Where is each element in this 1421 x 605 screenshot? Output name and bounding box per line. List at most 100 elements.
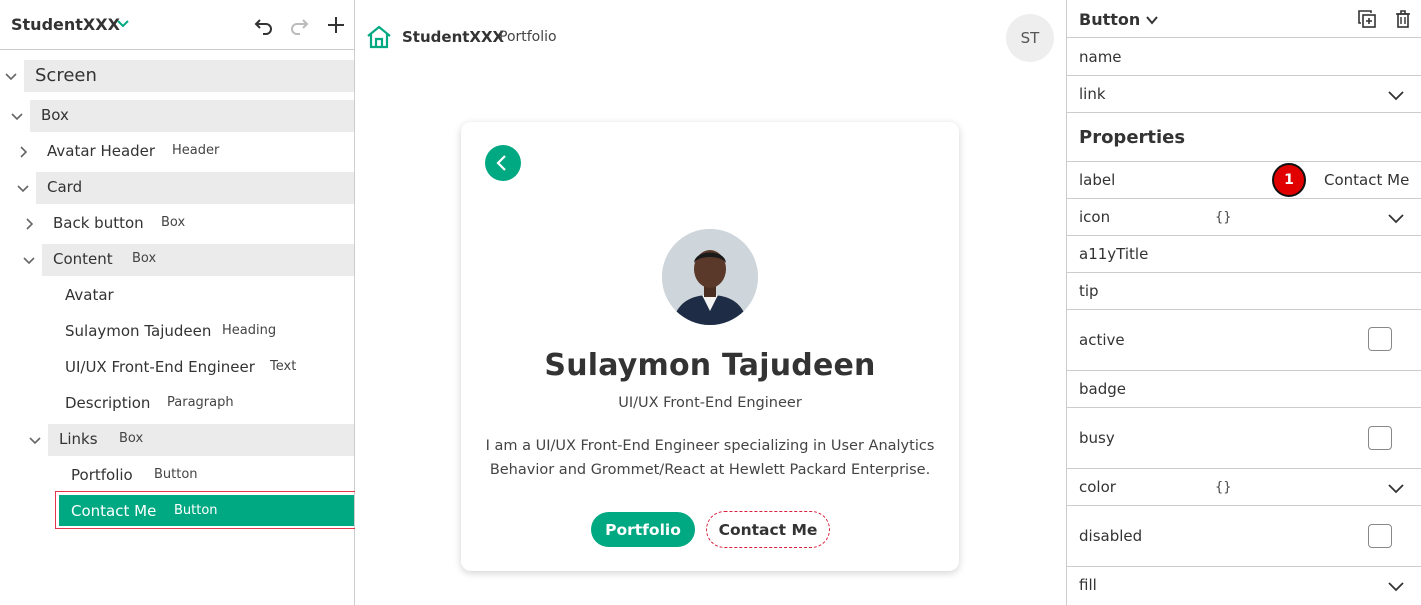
tree-label: Portfolio [71, 466, 133, 484]
tree-type: Paragraph [167, 395, 234, 410]
tree-item-back-button[interactable]: Back button Box [0, 208, 354, 240]
prop-label: tip [1079, 282, 1099, 300]
tree-label: Box [41, 106, 69, 124]
active-checkbox[interactable] [1368, 327, 1392, 351]
prop-row-tip[interactable]: tip [1067, 273, 1421, 310]
chevron-down-icon[interactable] [1387, 577, 1405, 595]
label-value-input[interactable]: Contact Me [1324, 171, 1409, 189]
chevron-down-icon[interactable] [29, 434, 41, 446]
properties-section: Properties [1067, 113, 1421, 162]
home-icon[interactable] [366, 24, 392, 50]
panel-header-divider [1067, 0, 1421, 38]
prop-row-icon[interactable]: icon {} [1067, 199, 1421, 236]
prop-row-active: active [1067, 310, 1421, 371]
prop-label: color [1079, 478, 1116, 496]
tree-item-avatar[interactable]: Avatar [0, 280, 354, 312]
prop-row-busy: busy [1067, 408, 1421, 469]
profile-card: Sulaymon Tajudeen UI/UX Front-End Engine… [461, 122, 959, 571]
portfolio-button[interactable]: Portfolio [591, 512, 695, 547]
tree-label: Screen [35, 65, 97, 86]
tree-item-card[interactable]: Card [0, 172, 354, 204]
back-button[interactable] [485, 145, 521, 181]
prop-label: busy [1079, 429, 1115, 447]
properties-panel: Button name link Properties label Contac… [1066, 0, 1421, 605]
chevron-down-icon[interactable] [5, 70, 17, 82]
tree-label: UI/UX Front-End Engineer [65, 358, 255, 376]
prop-row-a11ytitle[interactable]: a11yTitle [1067, 236, 1421, 273]
busy-checkbox[interactable] [1368, 426, 1392, 450]
step-badge: 1 [1272, 163, 1306, 197]
tree-label: Card [47, 178, 83, 196]
person-photo-icon [662, 229, 758, 325]
prop-label: disabled [1079, 527, 1143, 545]
prop-row-name[interactable]: name [1067, 38, 1421, 76]
tree-label: Avatar [65, 286, 114, 304]
user-avatar[interactable]: ST [1006, 14, 1054, 62]
section-heading: Properties [1079, 127, 1186, 148]
chevron-down-icon[interactable] [17, 182, 29, 194]
tree-item-contact-me[interactable]: Contact Me Button [59, 495, 354, 526]
chevron-right-icon[interactable] [23, 218, 35, 230]
layers-panel: StudentXXX Screen Box Avatar Header Head… [0, 0, 359, 605]
tree-type: Text [270, 359, 297, 374]
chevron-right-icon[interactable] [17, 146, 29, 158]
tree-type: Button [154, 467, 198, 482]
redo-icon[interactable] [288, 14, 310, 36]
prop-label: name [1079, 48, 1122, 66]
brand-title[interactable]: StudentXXX [402, 28, 504, 46]
tree-item-content[interactable]: Content Box [0, 244, 354, 276]
tree-label: Content [53, 250, 113, 268]
tree-item-box[interactable]: Box [0, 100, 354, 132]
tree-label: Contact Me [71, 502, 157, 520]
tree-label: Links [59, 430, 98, 448]
profile-role: UI/UX Front-End Engineer [618, 395, 802, 411]
prop-label: icon [1079, 208, 1111, 226]
avatar-photo [662, 229, 758, 325]
chevron-left-icon [496, 155, 506, 171]
tree-label: Description [65, 394, 151, 412]
brand-subtitle: Portfolio [499, 29, 557, 45]
tree-item-description[interactable]: Description Paragraph [0, 388, 354, 420]
chevron-down-icon[interactable] [1387, 86, 1405, 104]
tree-label: Sulaymon Tajudeen [65, 322, 212, 340]
prop-row-fill[interactable]: fill [1067, 567, 1421, 605]
chevron-down-icon[interactable] [23, 254, 35, 266]
tree-type: Header [172, 143, 220, 158]
tree-item-heading[interactable]: Sulaymon Tajudeen Heading [0, 316, 354, 348]
tree-label: Avatar Header [47, 142, 156, 160]
layers-header: StudentXXX [0, 0, 354, 50]
chevron-down-icon[interactable] [1387, 209, 1405, 227]
prop-label: fill [1079, 576, 1097, 594]
tree-item-screen[interactable]: Screen [0, 60, 354, 92]
tree-type: Box [132, 251, 157, 266]
design-canvas: StudentXXX Portfolio ST Sulaymon Tajudee… [355, 0, 1066, 605]
tree-row-highlight [30, 100, 354, 132]
add-icon[interactable] [325, 14, 347, 36]
tree-type: Button [174, 503, 218, 518]
prop-row-link[interactable]: link [1067, 76, 1421, 113]
prop-value: {} [1215, 480, 1232, 495]
contact-me-button[interactable]: Contact Me [706, 511, 830, 548]
tree-item-avatar-header[interactable]: Avatar Header Header [0, 136, 354, 168]
chevron-down-icon[interactable] [11, 110, 23, 122]
tree-item-links[interactable]: Links Box [0, 424, 354, 456]
prop-row-disabled: disabled [1067, 506, 1421, 567]
app-name[interactable]: StudentXXX [11, 15, 120, 34]
prop-value: {} [1215, 210, 1232, 225]
prop-row-badge[interactable]: badge [1067, 371, 1421, 408]
prop-label: label [1079, 171, 1116, 189]
undo-icon[interactable] [253, 14, 275, 36]
disabled-checkbox[interactable] [1368, 524, 1392, 548]
chevron-down-icon[interactable] [1387, 479, 1405, 497]
prop-row-color[interactable]: color {} [1067, 469, 1421, 506]
prop-label: active [1079, 331, 1125, 349]
app-window: StudentXXX Screen Box Avatar Header Head… [0, 0, 1421, 605]
profile-description: I am a UI/UX Front-End Engineer speciali… [485, 438, 935, 478]
tree-item-text[interactable]: UI/UX Front-End Engineer Text [0, 352, 354, 384]
tree-type: Box [119, 431, 144, 446]
tree-item-portfolio[interactable]: Portfolio Button [0, 460, 354, 492]
prop-row-label[interactable]: label Contact Me [1067, 162, 1421, 199]
app-menu-chevron-icon[interactable] [116, 16, 130, 30]
tree-type: Box [161, 215, 186, 230]
tree-row-highlight [36, 172, 354, 204]
